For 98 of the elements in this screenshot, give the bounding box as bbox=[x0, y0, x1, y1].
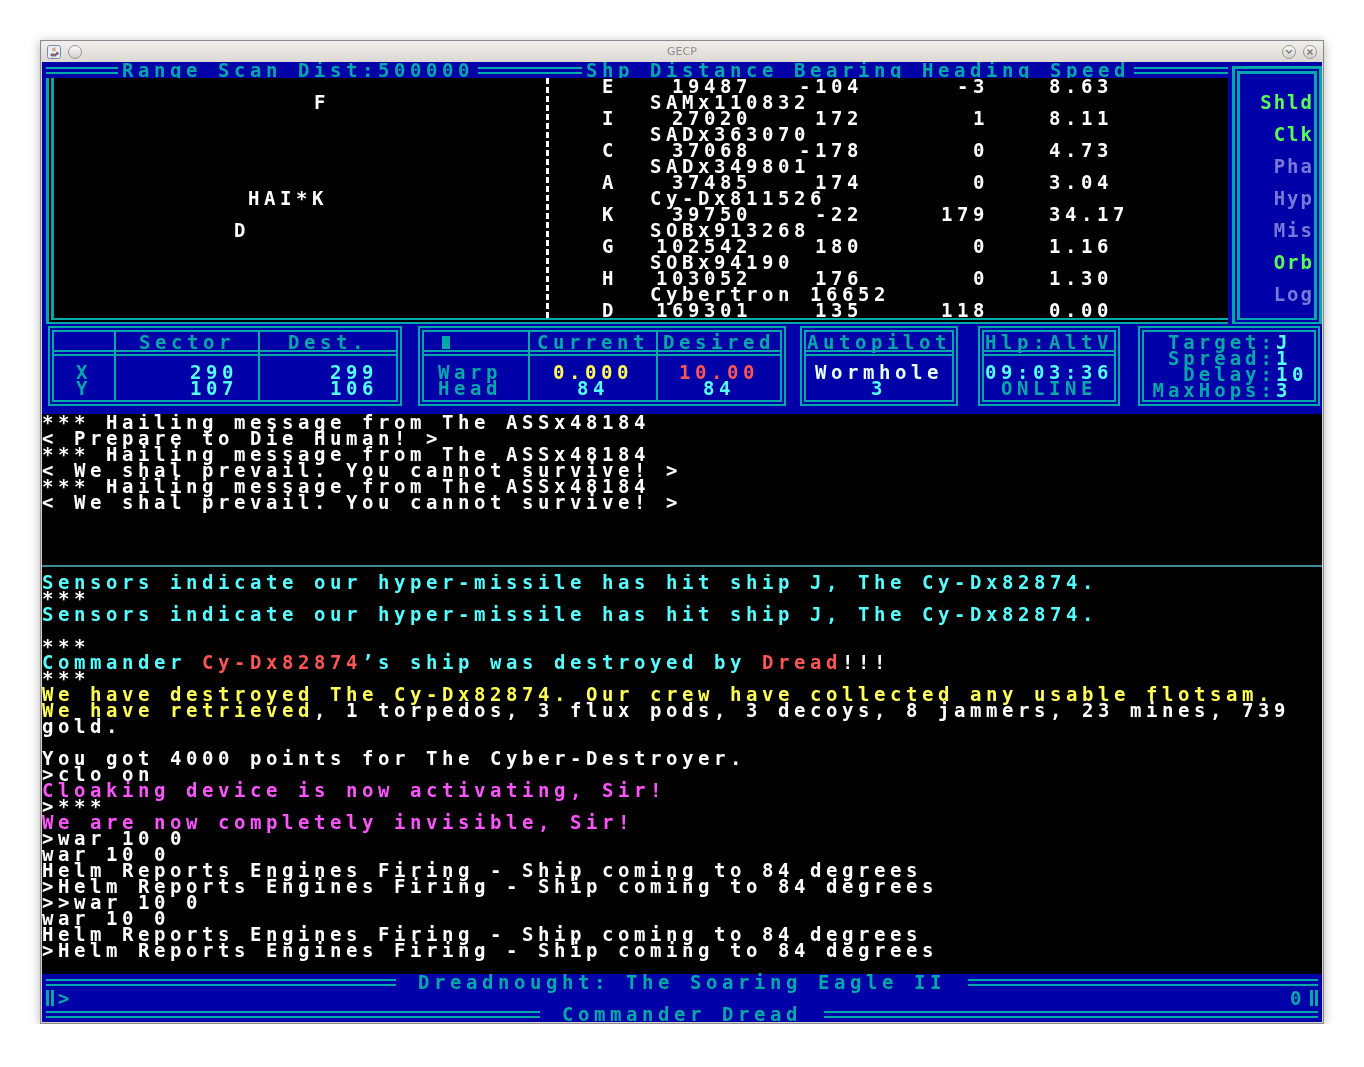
ship-letter: G bbox=[602, 238, 618, 254]
ship-speed: 0.00 bbox=[1049, 302, 1114, 318]
ship-heading: 179 bbox=[940, 206, 989, 222]
ship-letter: H bbox=[602, 270, 618, 286]
ship-speed: 1.30 bbox=[1049, 270, 1114, 286]
ship-heading: 0 bbox=[972, 142, 989, 158]
autopilot-value: 3 bbox=[871, 380, 887, 396]
ship-bearing: -178 bbox=[799, 142, 863, 158]
ship-letter: A bbox=[602, 174, 618, 190]
ship-letter: K bbox=[602, 206, 618, 222]
minimize-button[interactable] bbox=[1282, 44, 1296, 59]
column-header: Speed bbox=[1050, 62, 1130, 78]
chevron-down-icon bbox=[1285, 48, 1293, 55]
ship-distance: 102542 bbox=[656, 238, 752, 254]
ship-distance: 19487 bbox=[672, 78, 752, 94]
ship-letter: D bbox=[602, 302, 618, 318]
log-line: *** bbox=[42, 670, 90, 686]
ship-letter: I bbox=[602, 110, 618, 126]
scan-marker: D bbox=[234, 222, 250, 238]
ship-heading: -3 bbox=[957, 78, 989, 94]
ship-speed: 8.11 bbox=[1049, 110, 1114, 126]
log-line: war 10 0 bbox=[42, 910, 170, 926]
column-header: Distance bbox=[650, 62, 779, 78]
column-header: Current bbox=[537, 334, 649, 350]
system-indicator: Shld bbox=[1260, 94, 1314, 110]
system-indicator: Pha bbox=[1273, 158, 1314, 174]
system-indicator: Clk bbox=[1273, 126, 1314, 142]
autopilot-mode: Wormhole bbox=[815, 364, 943, 380]
ship-name: SADx349801 bbox=[650, 158, 810, 174]
close-icon bbox=[1306, 47, 1314, 56]
setting-value: 3 bbox=[1276, 382, 1292, 398]
ship-bearing: 135 bbox=[815, 302, 863, 318]
window-title: GECP bbox=[666, 45, 698, 58]
coordinate-value: 290 bbox=[190, 364, 238, 380]
scan-marker: HAI*K bbox=[248, 190, 328, 206]
window-menu-button[interactable] bbox=[68, 44, 82, 59]
close-button[interactable] bbox=[1303, 44, 1317, 59]
warp-value: 0.000 bbox=[553, 364, 633, 380]
app-icon bbox=[47, 44, 61, 59]
ship-distance: 27020 bbox=[672, 110, 752, 126]
log-line: *** bbox=[42, 638, 90, 654]
heading-value: 84 bbox=[577, 380, 609, 396]
ship-bearing: 174 bbox=[815, 174, 863, 190]
ship-bearing: 180 bbox=[814, 238, 863, 254]
ship-name: SADx363070 bbox=[650, 126, 810, 142]
coordinate-value: 107 bbox=[190, 380, 238, 396]
connection-status: ONLINE bbox=[1001, 380, 1097, 396]
setting-value: 10 bbox=[1276, 366, 1308, 382]
ship-distance: 169301 bbox=[656, 302, 752, 318]
scan-marker: F bbox=[314, 94, 330, 110]
coordinate-value: 106 bbox=[330, 380, 378, 396]
system-indicator: Mis bbox=[1273, 222, 1314, 238]
ship-heading: 1 bbox=[972, 110, 989, 126]
ship-distance: 103052 bbox=[656, 270, 752, 286]
setting-value: J bbox=[1276, 334, 1293, 350]
warp-value: 10.00 bbox=[679, 364, 759, 380]
ship-bearing: -22 bbox=[815, 206, 863, 222]
scan-title: Range Scan Dist:500000 bbox=[122, 62, 474, 78]
heading-value: 84 bbox=[703, 380, 735, 396]
column-header: Sector bbox=[139, 334, 235, 350]
clock-time: 09:03:36 bbox=[985, 364, 1113, 380]
column-header: Desired bbox=[663, 334, 775, 350]
commander-name: Commander Dread bbox=[562, 1006, 802, 1022]
system-indicator: Orb bbox=[1273, 254, 1314, 270]
ship-distance: 39750 bbox=[672, 206, 752, 222]
setting-label: MaxHops: bbox=[1151, 382, 1276, 398]
ship-bearing: -104 bbox=[799, 78, 863, 94]
log-line: >war 10 0 bbox=[42, 830, 186, 846]
ship-name: SOBx913268 bbox=[650, 222, 810, 238]
ship-distance: 37485 bbox=[672, 174, 752, 190]
ship-heading: 0 bbox=[972, 174, 989, 190]
ship-bearing: 172 bbox=[814, 110, 863, 126]
column-header: Dest. bbox=[288, 334, 368, 350]
axis-label: Y bbox=[76, 380, 92, 396]
ship-distance: 37068 bbox=[672, 142, 752, 158]
axis-label: X bbox=[76, 364, 92, 380]
ship-speed: 8.63 bbox=[1049, 78, 1113, 94]
log-line: *** bbox=[42, 590, 90, 606]
column-header: Heading bbox=[922, 62, 1035, 78]
ship-speed: 3.04 bbox=[1049, 174, 1114, 190]
ship-heading: 118 bbox=[940, 302, 989, 318]
column-header: Bearing bbox=[794, 62, 907, 78]
setting-value: 1 bbox=[1276, 350, 1292, 366]
ship-letter: E bbox=[602, 78, 618, 94]
ship-name: SOBx94190 bbox=[650, 254, 794, 270]
ship-heading: 0 bbox=[972, 270, 989, 286]
ship-heading: 0 bbox=[972, 238, 989, 254]
ship-speed: 4.73 bbox=[1049, 142, 1114, 158]
ship-letter: C bbox=[602, 142, 618, 158]
ship-speed: 1.16 bbox=[1049, 238, 1114, 254]
coordinate-value: 299 bbox=[330, 364, 378, 380]
frame-line bbox=[46, 66, 118, 74]
ship-bearing: 176 bbox=[815, 270, 863, 286]
ship-speed: 34.17 bbox=[1049, 206, 1130, 222]
ship-name: SAMx110832 bbox=[650, 94, 810, 110]
log-line: war 10 0 bbox=[42, 846, 170, 862]
log-line: >*** bbox=[42, 798, 106, 814]
column-header: Shp bbox=[586, 62, 635, 78]
